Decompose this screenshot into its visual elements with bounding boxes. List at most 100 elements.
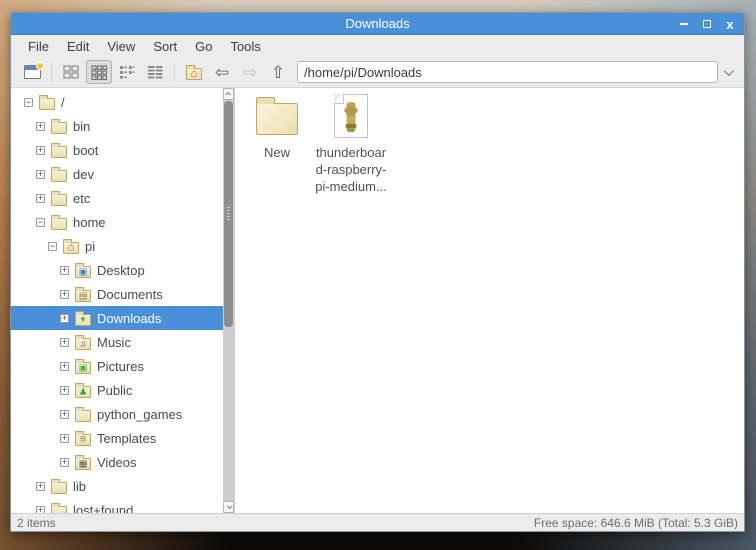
- file-item-label: New: [263, 145, 290, 160]
- expander-icon[interactable]: +: [60, 385, 69, 395]
- close-icon: x: [726, 16, 734, 32]
- image-file-icon: [334, 94, 368, 138]
- thumbnail-view-icon: [91, 64, 107, 80]
- expander-icon[interactable]: +: [60, 289, 69, 299]
- menu-sort[interactable]: Sort: [144, 37, 186, 56]
- new-window-button[interactable]: [19, 60, 45, 84]
- file-list-pane[interactable]: New thunderboar d-raspberry- pi-medium...: [235, 88, 744, 513]
- tree-item-home[interactable]: − home: [11, 210, 223, 234]
- directory-tree-pane: − / + bin + boot + dev + etc − home − ⌂ pi + ▣ Desktop + ▤ D…: [11, 88, 235, 513]
- window-title: Downloads: [345, 16, 410, 31]
- expander-icon[interactable]: +: [60, 409, 69, 419]
- tree-item-pi[interactable]: − ⌂ pi: [11, 234, 223, 258]
- tree-item-music[interactable]: + ♫ Music: [11, 330, 223, 354]
- expander-icon[interactable]: +: [60, 313, 69, 323]
- toolbar: ⌂ ⇦ ⇨ ⇧: [11, 57, 744, 88]
- compact-view-icon: [120, 66, 135, 79]
- tree-item-downloads[interactable]: + ▼ Downloads: [11, 306, 223, 330]
- menu-bar: File Edit View Sort Go Tools: [11, 35, 744, 57]
- tree-item-python-games[interactable]: + python_games: [11, 402, 223, 426]
- expander-icon[interactable]: +: [36, 481, 45, 491]
- home-folder-icon: ⌂: [186, 64, 202, 80]
- home-button[interactable]: ⌂: [181, 60, 207, 84]
- scrollbar-thumb[interactable]: [224, 101, 233, 327]
- detailed-list-view-button[interactable]: [142, 60, 168, 84]
- maximize-icon: [703, 20, 711, 28]
- expander-icon[interactable]: +: [60, 433, 69, 443]
- title-bar[interactable]: Downloads x: [11, 13, 744, 35]
- scroll-up-button[interactable]: [223, 88, 234, 100]
- expander-icon[interactable]: +: [36, 121, 45, 131]
- expander-icon[interactable]: +: [60, 265, 69, 275]
- expander-icon[interactable]: +: [36, 193, 45, 203]
- expander-icon[interactable]: −: [36, 217, 45, 227]
- expander-icon[interactable]: −: [48, 241, 57, 251]
- menu-view[interactable]: View: [98, 37, 144, 56]
- minimize-button[interactable]: [678, 18, 690, 30]
- templates-folder-icon: ≡: [75, 430, 91, 446]
- videos-folder-icon: ▦: [75, 454, 91, 470]
- chevron-up-icon: [224, 91, 231, 98]
- tree-item-label: etc: [73, 190, 91, 206]
- music-folder-icon: ♫: [75, 334, 91, 350]
- folder-icon: [51, 190, 67, 206]
- folder-icon: [51, 166, 67, 182]
- tree-item-label: bin: [73, 118, 91, 134]
- documents-folder-icon: ▤: [75, 286, 91, 302]
- tree-item-lost-found[interactable]: + lost+found: [11, 498, 223, 513]
- close-button[interactable]: x: [724, 16, 736, 32]
- pictures-folder-icon: ▣: [75, 358, 91, 374]
- thumbnail-view-button[interactable]: [86, 60, 112, 84]
- maximize-button[interactable]: [701, 18, 713, 30]
- tree-item-public[interactable]: + ♟ Public: [11, 378, 223, 402]
- scroll-down-button[interactable]: [223, 501, 234, 513]
- tree-item-desktop[interactable]: + ▣ Desktop: [11, 258, 223, 282]
- compact-view-button[interactable]: [114, 60, 140, 84]
- menu-file[interactable]: File: [19, 37, 58, 56]
- free-space: Free space: 646.6 MiB (Total: 5.3 GiB): [533, 515, 738, 530]
- file-item[interactable]: New: [241, 92, 313, 161]
- menu-edit[interactable]: Edit: [58, 37, 98, 56]
- tree-item-etc[interactable]: + etc: [11, 186, 223, 210]
- icon-view-button[interactable]: [58, 60, 84, 84]
- tree-item-label: Pictures: [97, 358, 144, 374]
- up-button[interactable]: ⇧: [265, 60, 291, 84]
- tree-item-videos[interactable]: + ▦ Videos: [11, 450, 223, 474]
- tree-item-boot[interactable]: + boot: [11, 138, 223, 162]
- folder-icon: [51, 142, 67, 158]
- tree-item-label: dev: [73, 166, 94, 182]
- expander-icon[interactable]: +: [36, 169, 45, 179]
- expander-icon[interactable]: +: [60, 457, 69, 467]
- tree-item-documents[interactable]: + ▤ Documents: [11, 282, 223, 306]
- tree-item-templates[interactable]: + ≡ Templates: [11, 426, 223, 450]
- path-dropdown-button[interactable]: [718, 61, 736, 83]
- expander-icon[interactable]: +: [60, 361, 69, 371]
- tree-item-label: Downloads: [97, 310, 162, 326]
- folder-icon: [75, 406, 91, 422]
- tree-item-bin[interactable]: + bin: [11, 114, 223, 138]
- expander-icon[interactable]: −: [24, 97, 33, 107]
- forward-button[interactable]: ⇨: [237, 60, 263, 84]
- folder-icon: [39, 94, 55, 110]
- up-icon: ⇧: [270, 62, 286, 82]
- expander-icon[interactable]: +: [60, 337, 69, 347]
- file-item[interactable]: thunderboar d-raspberry- pi-medium...: [315, 92, 387, 195]
- tree-item-dev[interactable]: + dev: [11, 162, 223, 186]
- expander-icon[interactable]: +: [36, 145, 45, 155]
- expander-icon[interactable]: +: [36, 505, 45, 513]
- path-input[interactable]: [297, 61, 718, 83]
- folder-icon: [51, 478, 67, 494]
- chevron-down-icon: [723, 65, 734, 76]
- downloads-folder-icon: ▼: [75, 310, 91, 326]
- sidebar-scrollbar[interactable]: [223, 88, 234, 513]
- back-icon: ⇦: [214, 62, 230, 82]
- back-button[interactable]: ⇦: [209, 60, 235, 84]
- tree-item-label: Templates: [97, 430, 157, 446]
- menu-tools[interactable]: Tools: [222, 37, 270, 56]
- public-folder-icon: ♟: [75, 382, 91, 398]
- tree-item-label: pi: [85, 238, 96, 254]
- menu-go[interactable]: Go: [186, 37, 221, 56]
- tree-item--[interactable]: − /: [11, 90, 223, 114]
- tree-item-lib[interactable]: + lib: [11, 474, 223, 498]
- tree-item-pictures[interactable]: + ▣ Pictures: [11, 354, 223, 378]
